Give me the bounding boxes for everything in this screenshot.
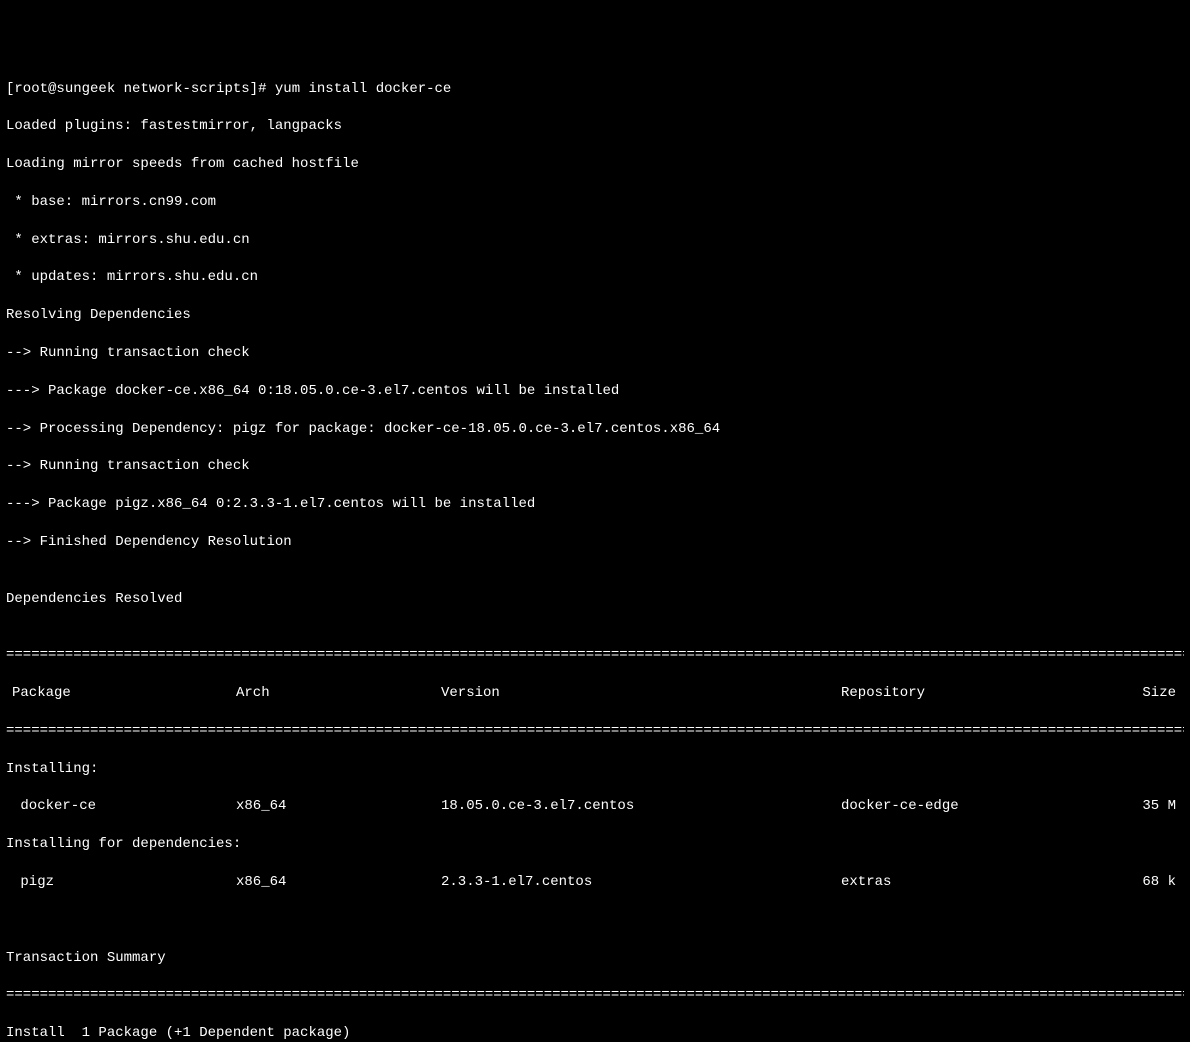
cell-version: 2.3.3-1.el7.centos xyxy=(441,873,841,892)
header-package: Package xyxy=(6,684,236,703)
table-row: docker-cex86_6418.05.0.ce-3.el7.centosdo… xyxy=(6,797,1184,816)
output-line: --> Processing Dependency: pigz for pack… xyxy=(6,420,1184,439)
output-line: ---> Package pigz.x86_64 0:2.3.3-1.el7.c… xyxy=(6,495,1184,514)
cell-arch: x86_64 xyxy=(236,873,441,892)
command-text: yum install docker-ce xyxy=(275,81,451,97)
prompt-cwd: network-scripts xyxy=(124,81,250,97)
cell-repository: extras xyxy=(841,873,1091,892)
prompt-symbol: # xyxy=(258,81,266,97)
output-line: --> Running transaction check xyxy=(6,344,1184,363)
section-dependencies: Installing for dependencies: xyxy=(6,835,1184,854)
output-line: * updates: mirrors.shu.edu.cn xyxy=(6,268,1184,287)
blank-line xyxy=(6,911,1184,930)
cell-size: 35 M xyxy=(1091,797,1184,816)
table-divider: ========================================… xyxy=(6,986,1184,1005)
cell-package: docker-ce xyxy=(6,797,236,816)
output-line: Resolving Dependencies xyxy=(6,306,1184,325)
install-summary-line: Install 1 Package (+1 Dependent package) xyxy=(6,1024,1184,1042)
header-version: Version xyxy=(441,684,841,703)
shell-prompt-line[interactable]: [root@sungeek network-scripts]# yum inst… xyxy=(6,80,1184,99)
transaction-summary-title: Transaction Summary xyxy=(6,949,1184,968)
cell-arch: x86_64 xyxy=(236,797,441,816)
cell-version: 18.05.0.ce-3.el7.centos xyxy=(441,797,841,816)
header-repository: Repository xyxy=(841,684,1091,703)
cell-package: pigz xyxy=(6,873,236,892)
table-divider: ========================================… xyxy=(6,646,1184,665)
output-line: Loading mirror speeds from cached hostfi… xyxy=(6,155,1184,174)
table-header-row: PackageArchVersionRepositorySize xyxy=(6,684,1184,703)
output-line: Loaded plugins: fastestmirror, langpacks xyxy=(6,117,1184,136)
cell-size: 68 k xyxy=(1091,873,1184,892)
output-line: Dependencies Resolved xyxy=(6,590,1184,609)
header-size: Size xyxy=(1091,684,1184,703)
prompt-host: sungeek xyxy=(56,81,115,97)
section-installing: Installing: xyxy=(6,760,1184,779)
output-line: --> Finished Dependency Resolution xyxy=(6,533,1184,552)
cell-repository: docker-ce-edge xyxy=(841,797,1091,816)
header-arch: Arch xyxy=(236,684,441,703)
output-line: * extras: mirrors.shu.edu.cn xyxy=(6,231,1184,250)
output-line: --> Running transaction check xyxy=(6,457,1184,476)
output-line: ---> Package docker-ce.x86_64 0:18.05.0.… xyxy=(6,382,1184,401)
table-row: pigzx86_642.3.3-1.el7.centosextras68 k xyxy=(6,873,1184,892)
output-line: * base: mirrors.cn99.com xyxy=(6,193,1184,212)
prompt-user: root xyxy=(14,81,48,97)
table-divider: ========================================… xyxy=(6,722,1184,741)
